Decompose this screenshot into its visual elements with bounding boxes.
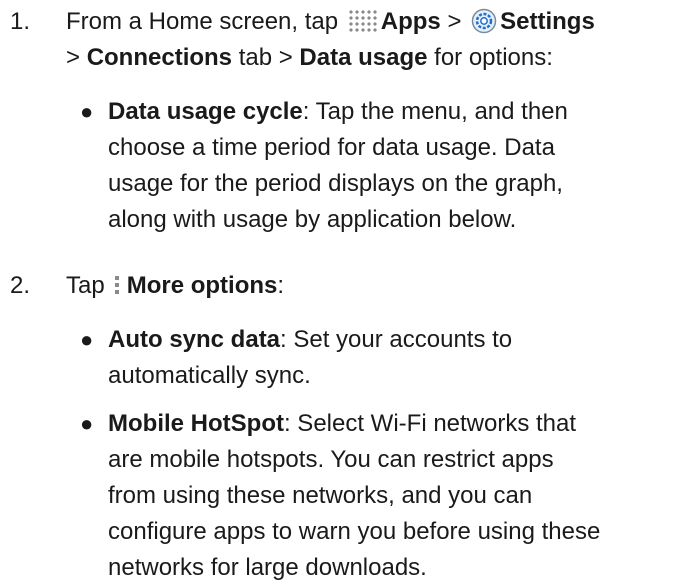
bullet-line: Mobile HotSpot: Select Wi-Fi networks th…: [108, 406, 677, 442]
bullet-line: choose a time period for data usage. Dat…: [108, 134, 555, 161]
bullet-dot: ●: [80, 411, 94, 436]
step-2-prefix: Tap: [66, 272, 105, 299]
step-number: 1.: [10, 8, 31, 35]
data-usage-label: Data usage: [299, 44, 428, 71]
bullet-text: Data usage cycle: Tap the menu, and then…: [108, 94, 677, 238]
bullet-line: along with usage by application below.: [108, 206, 517, 233]
apps-grid-icon: [347, 9, 378, 33]
bullet-title: Data usage cycle: [108, 98, 303, 125]
bullet-line: Auto sync data: Set your accounts to: [108, 322, 677, 358]
settings-label: Settings: [500, 8, 595, 35]
step-1-suffix: for options:: [434, 44, 553, 71]
separator: >: [66, 44, 81, 71]
step-number: 2.: [10, 272, 31, 299]
apps-label: Apps: [380, 8, 441, 35]
settings-gear-icon: [471, 8, 497, 34]
separator: >: [447, 8, 462, 35]
bullet-line: configure apps to warn you before using …: [108, 518, 601, 545]
bullet-body: : Select Wi-Fi networks that: [283, 410, 577, 437]
bullet-title: Auto sync data: [108, 326, 281, 353]
help-document: 1. From a Home screen, tap Apps > Settin…: [0, 0, 683, 581]
bullet-auto-sync-data: ● Auto sync data: Set your accounts to a…: [74, 322, 677, 394]
bullet-body: : Set your accounts to: [280, 326, 513, 353]
bullet-line: usage for the period displays on the gra…: [108, 170, 563, 197]
bullet-line: are mobile hotspots. You can restrict ap…: [108, 446, 554, 473]
connections-label: Connections: [86, 44, 233, 71]
bullet-dot: ●: [80, 327, 94, 352]
step-1-prefix: From a Home screen, tap: [66, 8, 339, 35]
step-1-line-1: From a Home screen, tap Apps > Settings: [66, 4, 677, 40]
bullet-dot: ●: [80, 99, 94, 124]
bullet-title: Mobile HotSpot: [108, 410, 284, 437]
bullet-line: from using these networks, and you can: [108, 482, 533, 509]
bullet-data-usage-cycle: ● Data usage cycle: Tap the menu, and th…: [74, 94, 677, 238]
step-2-text: Tap More options:: [66, 268, 677, 304]
colon: :: [277, 272, 285, 299]
more-options-label: More options: [126, 272, 278, 299]
bullet-text: Mobile HotSpot: Select Wi-Fi networks th…: [108, 406, 677, 586]
step-1-text: From a Home screen, tap Apps > Settings …: [66, 4, 677, 76]
bullet-line: networks for large downloads.: [108, 554, 427, 581]
bullet-line: automatically sync.: [108, 362, 311, 389]
tab-word: tab >: [238, 44, 293, 71]
step-1-line-2: > Connections tab > Data usage for optio…: [66, 40, 677, 76]
bullet-text: Auto sync data: Set your accounts to aut…: [108, 322, 677, 394]
bullet-mobile-hotspot: ● Mobile HotSpot: Select Wi-Fi networks …: [74, 406, 677, 586]
bullet-body: : Tap the menu, and then: [302, 98, 568, 125]
bullet-line: Data usage cycle: Tap the menu, and then: [108, 94, 677, 130]
more-options-icon: [114, 276, 119, 294]
